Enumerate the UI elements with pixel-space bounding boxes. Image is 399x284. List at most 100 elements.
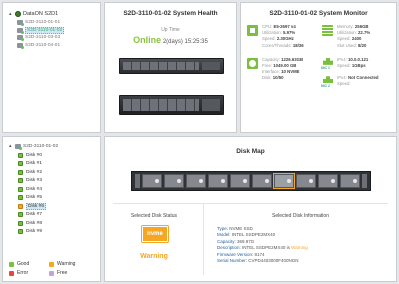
- cpu-model: E5-2697 v4: [273, 24, 296, 29]
- disk-bay[interactable]: [273, 173, 295, 189]
- disk-item[interactable]: Disk #2: [18, 168, 46, 177]
- nic2-ipv4: Not Connected: [348, 75, 379, 81]
- disk-list: Disk #0 Disk #1 Disk #2 Disk #3 Disk #4 Disk …: [18, 151, 46, 236]
- disk-item[interactable]: Disk #6: [18, 202, 46, 211]
- disk-status-icon: [18, 161, 23, 167]
- disk-map-title: Disk Map: [236, 148, 265, 155]
- disk-bay[interactable]: [296, 174, 316, 188]
- tree-item-label: S2D-3110-04-01: [25, 42, 61, 48]
- server-icon: [17, 35, 24, 42]
- selected-disk-status-title: Selected Disk Status: [130, 213, 178, 219]
- disk-item[interactable]: Disk #1: [18, 160, 46, 169]
- legend-error: Error: [9, 270, 49, 276]
- disk-bay[interactable]: [208, 174, 228, 188]
- system-monitor-panel: S2D-3110-01-02 System Monitor CPU: E5-26…: [240, 2, 397, 133]
- warning-icon: [49, 261, 54, 267]
- memory-utilization: 22.7%: [358, 30, 371, 36]
- disk-item[interactable]: Disk #4: [18, 185, 46, 194]
- disk-item-label: Disk #2: [26, 169, 42, 175]
- disk-item[interactable]: Disk #8: [18, 219, 46, 228]
- system-monitor-title: S2D-3110-01-02 System Monitor: [269, 10, 368, 17]
- disk-bay[interactable]: [142, 174, 162, 188]
- chassis-ear: [362, 174, 367, 188]
- cluster-icon: [15, 11, 21, 17]
- disk-status-icon: [18, 229, 23, 235]
- tree-item-label: S2D-3110-01-01: [25, 20, 61, 26]
- disk-item[interactable]: Disk #3: [18, 177, 46, 186]
- disk-firmware: 8174: [254, 251, 265, 257]
- legend-warning: Warning: [49, 261, 89, 267]
- system-health-panel: S2D-3110-01-02 System Health Up Time Onl…: [104, 2, 237, 133]
- nvme-badge: nvme: [141, 225, 169, 243]
- disk-status-icon: [18, 212, 23, 218]
- good-icon: [9, 261, 14, 267]
- server-icon: [15, 143, 22, 150]
- tree-item-server[interactable]: S2D-3110-03-03: [17, 34, 64, 42]
- disk-item-label: Disk #5: [26, 195, 42, 201]
- disk-status-icon: [18, 178, 23, 184]
- selected-disk-info-title: Selected Disk Information: [272, 213, 329, 219]
- disk-item-label: Disk #7: [26, 212, 42, 218]
- disk-tree-panel: ▴ S2D-3110-01-02 Disk #0 Disk #1 Disk #2 Di…: [2, 136, 101, 282]
- disk-item[interactable]: Disk #7: [18, 211, 46, 220]
- disk-tree-root[interactable]: ▴ S2D-3110-01-02: [9, 143, 59, 150]
- memory-icon: [322, 25, 333, 36]
- uptime-value: 2(days) 15:25:35: [162, 39, 208, 45]
- disk-bay[interactable]: [186, 174, 206, 188]
- uptime-row: Online 2(days) 15:25:35: [105, 35, 236, 45]
- nic1-icon: NIC 1: [321, 57, 333, 70]
- disk-capacity-info: 369.97G: [237, 238, 255, 244]
- cpu-cores: 18/36: [292, 42, 304, 48]
- online-status: Online: [133, 35, 162, 45]
- cpu-utilization: 5.97%: [283, 30, 296, 36]
- disk-tree-root-label: S2D-3110-01-02: [23, 143, 59, 149]
- server-icon: [17, 27, 24, 34]
- nic1-speed: 1GBps: [351, 63, 366, 69]
- disk-item-label: Disk #6: [26, 202, 46, 210]
- disk-item[interactable]: Disk #9: [18, 228, 46, 237]
- disk-count: 10/50: [272, 75, 284, 81]
- cpu-icon: [247, 25, 258, 36]
- selected-disk-status: Warning: [140, 253, 168, 260]
- free-icon: [49, 270, 54, 276]
- disk-icon: [247, 57, 258, 69]
- disk-free: 1049.00 GB: [273, 63, 297, 69]
- legend-free: Free: [49, 270, 89, 276]
- tree-item-server[interactable]: S2D-3110-01-01: [17, 19, 64, 27]
- legend-good: Good: [9, 261, 49, 267]
- disk-status-icon: [18, 169, 23, 175]
- status-legend: Good Warning Error Free: [9, 261, 89, 276]
- disk-item-label: Disk #9: [26, 229, 42, 235]
- server-tree-panel: ▴ DataON S2D1 S2D-3110-01-01 S2D-3110-01…: [2, 2, 101, 133]
- disk-status-icon: [18, 186, 23, 192]
- disk-item[interactable]: Disk #0: [18, 151, 46, 160]
- disk-status-icon: [18, 203, 23, 209]
- disk-bay[interactable]: [164, 174, 184, 188]
- disk-item[interactable]: Disk #5: [18, 194, 46, 203]
- cpu-stats: CPU: E5-2697 v4 Utilization: 5.97% Speed…: [247, 24, 318, 49]
- tree-root-label: DataON S2D1: [23, 11, 59, 17]
- nic1-ipv4: 10.0.0.121: [348, 56, 369, 62]
- disk-serial: CVPD4403000F400NGN: [248, 258, 299, 264]
- disk-bay[interactable]: [340, 174, 360, 188]
- disk-chassis: [131, 171, 371, 191]
- server-rear-image: [119, 95, 224, 115]
- collapse-icon[interactable]: ▴: [9, 143, 13, 149]
- system-health-title: S2D-3110-01-02 System Health: [123, 10, 218, 17]
- disk-bay[interactable]: [318, 174, 338, 188]
- uptime-label: Up Time: [161, 27, 180, 33]
- tree-item-server[interactable]: S2D-3110-04-01: [17, 42, 64, 50]
- disk-status-icon: [18, 220, 23, 226]
- disk-bay[interactable]: [230, 174, 250, 188]
- tree-item-label: S2D-3110-03-03: [25, 35, 61, 41]
- disk-map-panel: Disk Map Selected Disk Status nvme Warni…: [104, 136, 397, 282]
- memory-slots: 8/20: [358, 42, 367, 48]
- tree-item-server-selected[interactable]: S2D-3110-01-02: [17, 26, 65, 35]
- collapse-icon[interactable]: ▴: [9, 11, 13, 17]
- disk-item-label: Disk #1: [26, 161, 42, 167]
- memory-size: 256GB: [354, 24, 369, 29]
- disk-bay[interactable]: [252, 174, 272, 188]
- disk-capacity: 1226.63GB: [281, 56, 304, 62]
- tree-root[interactable]: ▴ DataON S2D1: [9, 11, 58, 17]
- nic2-icon: NIC 2: [321, 76, 333, 88]
